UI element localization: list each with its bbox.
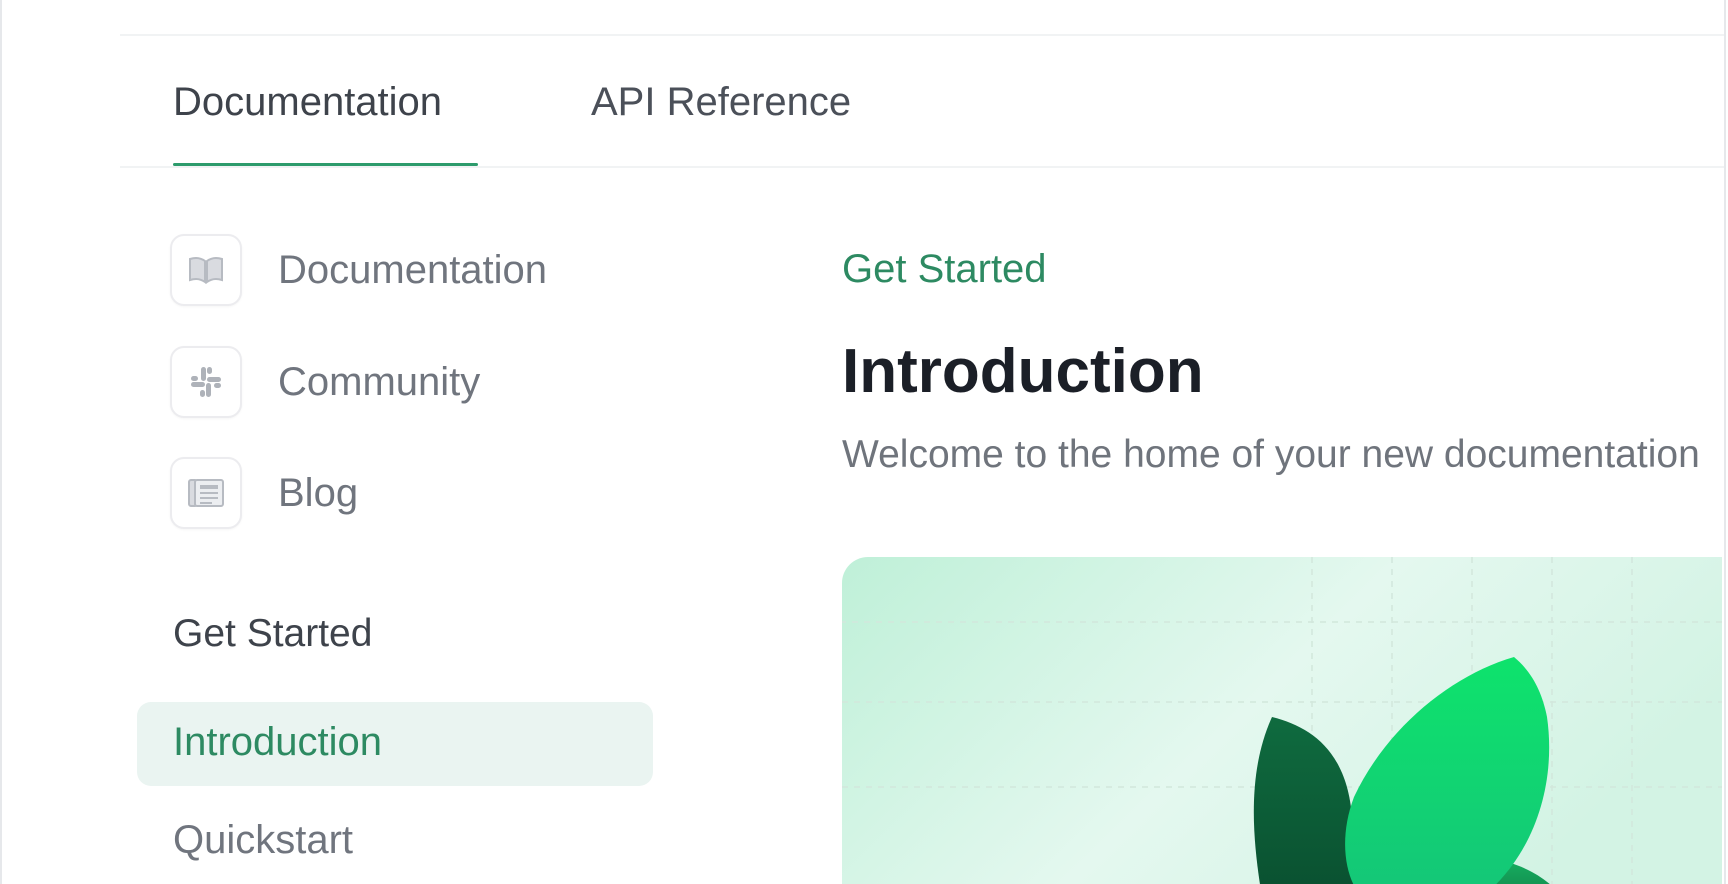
sidebar-item-quickstart[interactable]: Quickstart [173,818,353,863]
sidebar-section-title: Get Started [173,612,373,655]
book-icon [170,234,242,306]
sidebar-link-label: Documentation [278,247,548,292]
slack-icon [170,346,242,418]
top-bar [120,0,1724,36]
sidebar-link-label: Blog [278,470,359,515]
sidebar-item-introduction[interactable]: Introduction [137,702,653,786]
tab-documentation[interactable]: Documentation [173,80,442,125]
page-eyebrow: Get Started [842,247,1047,291]
sidebar-link-blog[interactable]: Blog [170,456,358,530]
page-title: Introduction [842,337,1204,406]
page-description: Welcome to the home of your new document… [842,433,1700,476]
newspaper-icon [170,457,242,529]
tab-api-reference[interactable]: API Reference [591,80,851,125]
sidebar-link-label: Community [278,359,481,404]
sidebar-link-documentation[interactable]: Documentation [170,233,547,307]
sidebar-item-label: Introduction [173,720,383,764]
docs-page: Documentation API Reference Documentatio… [0,0,1726,884]
hero-image [842,557,1722,884]
sidebar-link-community[interactable]: Community [170,345,480,419]
top-tabs: Documentation API Reference [120,36,1724,168]
active-tab-indicator [173,163,478,166]
